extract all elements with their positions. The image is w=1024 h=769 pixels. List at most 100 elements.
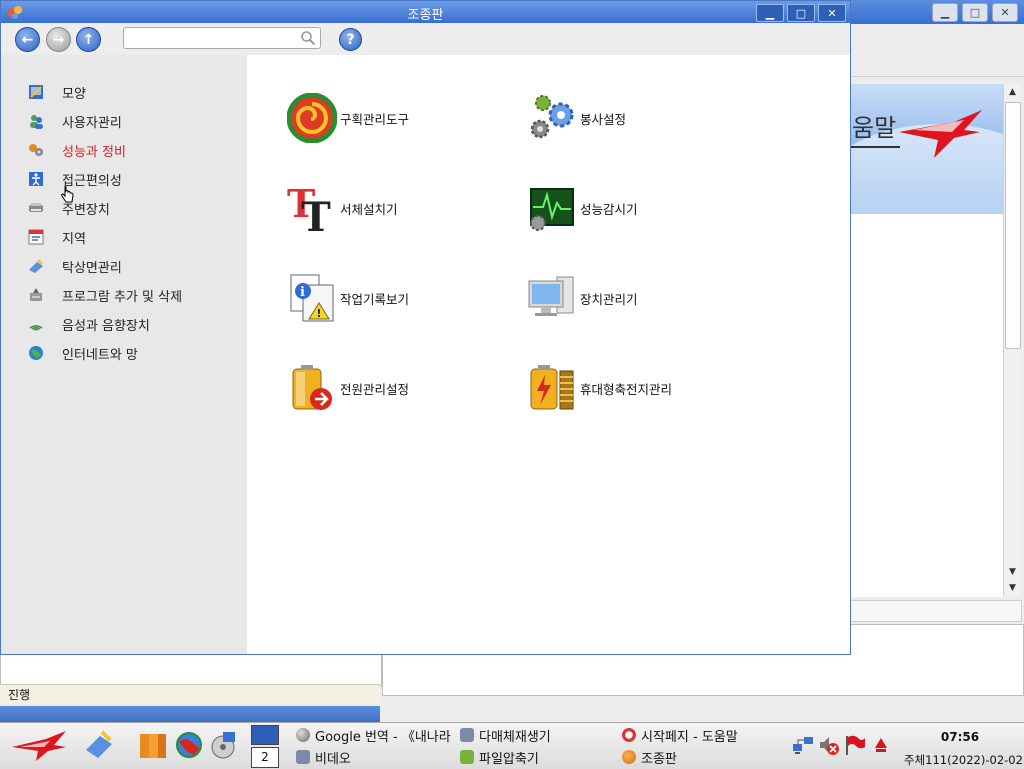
item-label: 서체설치기 — [340, 201, 398, 217]
item-battery-manager[interactable]: 휴대형축전지관리 — [527, 363, 672, 413]
background-minimize-button[interactable]: ▁ — [932, 3, 958, 22]
item-label: 휴대형축전지관리 — [580, 381, 673, 397]
sidebar-item-label: 프로그람 추가 및 삭제 — [62, 289, 183, 305]
item-label: 봉사설정 — [580, 111, 627, 127]
browser-icon — [296, 728, 310, 742]
forward-button[interactable]: → — [46, 27, 71, 52]
network-icon[interactable] — [792, 734, 814, 756]
scroll-thumb[interactable] — [1005, 102, 1021, 349]
flame-logo-icon — [899, 110, 982, 158]
sidebar-item-label: 사용자관리 — [62, 115, 122, 131]
notification-icon[interactable] — [870, 734, 892, 756]
media-player-icon — [460, 728, 474, 742]
task-label: Google 번역 - 《내나라 — [315, 729, 451, 745]
sidebar-item-appearance[interactable]: 모양 — [27, 81, 86, 103]
power-settings-icon — [292, 365, 332, 410]
sidebar-item-desktop[interactable]: 탁상면관리 — [27, 255, 122, 277]
performance-icon — [27, 141, 45, 159]
maximize-button[interactable]: □ — [787, 4, 815, 22]
help-button[interactable]: ? — [339, 28, 362, 51]
item-log-viewer[interactable]: i ! 작업기록보기 — [287, 273, 409, 323]
search-icon[interactable] — [300, 30, 316, 46]
task-video[interactable]: 비데오 — [296, 747, 351, 767]
sidebar-item-internet[interactable]: 인터네트와 망 — [27, 342, 138, 364]
internet-icon — [27, 344, 45, 362]
font-installer-icon: T T — [287, 183, 331, 233]
search-box[interactable] — [123, 27, 321, 49]
svg-text:T: T — [301, 194, 331, 233]
sidebar-item-label: 모양 — [62, 86, 86, 102]
scroll-down-icon[interactable]: ▼ — [1004, 564, 1021, 580]
accessibility-icon — [27, 170, 45, 188]
task-help[interactable]: 시작페지 - 도움말 — [622, 725, 738, 745]
workspace-number[interactable]: 2 — [251, 747, 279, 768]
background-close-button[interactable]: ✕ — [992, 3, 1018, 22]
workspace-pager[interactable]: 2 — [250, 724, 280, 768]
sound-icon — [27, 315, 45, 333]
file-manager-icon[interactable] — [138, 730, 168, 760]
task-control-panel[interactable]: 조종판 — [622, 747, 677, 767]
task-archive[interactable]: 파일압축기 — [460, 747, 539, 767]
clock[interactable]: 07:56 — [930, 730, 990, 744]
sidebar-item-label: 성능과 정비 — [62, 144, 126, 160]
task-browser[interactable]: Google 번역 - 《내나라 — [296, 725, 451, 745]
media-shortcut-icon[interactable] — [208, 730, 238, 760]
scroll-down-icon-2[interactable]: ▼ — [1004, 580, 1021, 596]
web-browser-icon[interactable] — [174, 730, 204, 760]
minimize-button[interactable]: ▁ — [756, 4, 784, 22]
item-label: 작업기록보기 — [340, 291, 410, 307]
help-icon: ? — [346, 31, 355, 48]
sidebar-item-label: 탁상면관리 — [62, 260, 122, 276]
background-content — [850, 214, 1003, 597]
item-device-manager[interactable]: 장치관리기 — [527, 273, 638, 323]
close-button[interactable]: ✕ — [818, 4, 846, 22]
partition-tool-icon — [287, 93, 337, 143]
region-icon — [27, 228, 45, 246]
sidebar-item-performance[interactable]: 성능과 정비 — [27, 139, 126, 161]
item-power-settings[interactable]: 전원관리설정 — [287, 363, 409, 413]
sidebar-item-users[interactable]: 사용자관리 — [27, 110, 122, 132]
up-button[interactable]: ↑ — [76, 27, 101, 52]
control-panel-icon — [622, 750, 636, 764]
peripherals-icon — [27, 199, 45, 217]
item-label: 전원관리설정 — [340, 381, 410, 397]
appearance-icon — [27, 83, 45, 101]
back-button[interactable]: ← — [15, 27, 40, 52]
sidebar-item-label: 지역 — [62, 231, 86, 247]
window-title: 조종판 — [407, 8, 444, 23]
item-label: 장치관리기 — [580, 291, 638, 307]
start-menu-icon[interactable] — [10, 727, 68, 763]
background-scrollbar[interactable]: ▲ ▼ ▼ — [1003, 84, 1021, 596]
background-banner: 움말 — [850, 84, 1003, 214]
sidebar-item-region[interactable]: 지역 — [27, 226, 86, 248]
sidebar-item-sound[interactable]: 음성과 음향장치 — [27, 313, 150, 335]
arrow-up-icon: ↑ — [82, 31, 95, 48]
item-services[interactable]: 봉사설정 — [527, 93, 626, 143]
workspace-thumbnail[interactable] — [251, 725, 279, 745]
programs-icon — [27, 286, 45, 304]
background-field — [850, 600, 1022, 622]
arrow-right-icon: → — [52, 31, 65, 48]
date: 주체111(2022)-02-02 — [904, 753, 1023, 767]
video-icon — [296, 750, 310, 764]
item-performance-monitor[interactable]: 성능감시기 — [527, 183, 638, 233]
task-label: 파일압축기 — [479, 751, 539, 767]
item-label: 구획관리도구 — [340, 111, 410, 127]
volume-muted-icon[interactable] — [818, 734, 840, 756]
background-maximize-button[interactable]: □ — [962, 3, 988, 22]
background-strip — [0, 706, 380, 722]
flag-icon[interactable] — [844, 734, 866, 756]
desktop-icon — [27, 257, 45, 275]
banner-text: 움말 — [852, 114, 897, 142]
sidebar-item-accessibility[interactable]: 접근편의성 — [27, 168, 122, 190]
users-icon — [27, 112, 45, 130]
item-partition-tool[interactable]: 구획관리도구 — [287, 93, 409, 143]
sidebar-item-programs[interactable]: 프로그람 추가 및 삭제 — [27, 284, 182, 306]
scroll-up-icon[interactable]: ▲ — [1004, 84, 1021, 100]
task-media-player[interactable]: 다매체재생기 — [460, 725, 551, 745]
desktop-shortcut-icon[interactable] — [84, 730, 114, 760]
archive-icon — [460, 750, 474, 764]
search-input[interactable] — [128, 29, 302, 49]
item-font-installer[interactable]: T T 서체설치기 — [287, 183, 398, 233]
device-manager-icon — [528, 276, 574, 316]
